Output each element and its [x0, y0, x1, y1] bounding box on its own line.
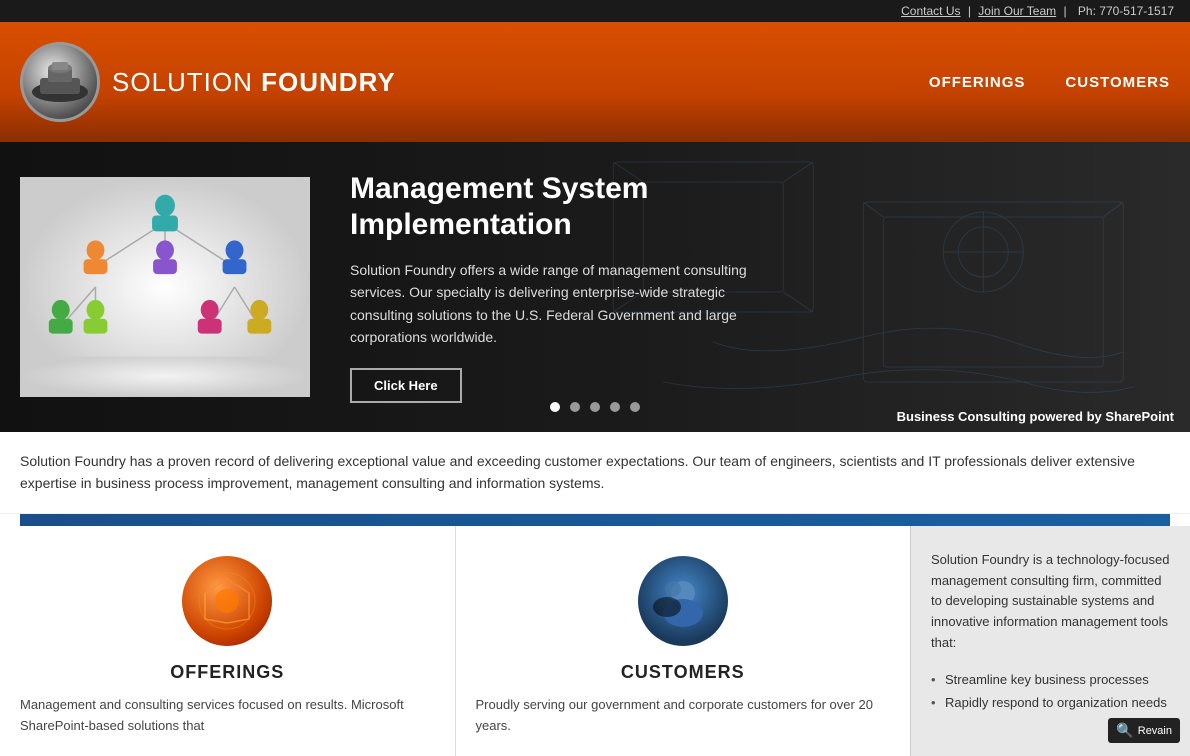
customers-desc: Proudly serving our government and corpo… — [476, 695, 891, 737]
cards-area: OFFERINGS Management and consulting serv… — [0, 526, 910, 756]
hero-description: Solution Foundry offers a wide range of … — [350, 259, 790, 349]
customers-title: CUSTOMERS — [476, 662, 891, 683]
bullet-list: Streamline key business processes Rapidl… — [931, 668, 1170, 715]
revain-label: Revain — [1138, 725, 1172, 737]
revain-icon: 🔍 — [1116, 722, 1133, 739]
right-panel-description: Solution Foundry is a technology-focused… — [931, 550, 1170, 654]
join-team-link[interactable]: Join Our Team — [978, 4, 1056, 18]
hero-dots — [550, 402, 640, 412]
hero-banner: Management System Implementation Solutio… — [0, 142, 1190, 432]
lower-section: OFFERINGS Management and consulting serv… — [0, 526, 1190, 756]
intro-paragraph: Solution Foundry has a proven record of … — [0, 432, 1190, 514]
hero-content: Management System Implementation Solutio… — [310, 171, 830, 404]
nav-offerings[interactable]: OFFERINGS — [929, 74, 1026, 91]
dot-3[interactable] — [590, 402, 600, 412]
hero-cta-button[interactable]: Click Here — [350, 368, 462, 403]
offerings-desc: Management and consulting services focus… — [20, 695, 435, 737]
dot-5[interactable] — [630, 402, 640, 412]
logo-icon — [20, 42, 100, 122]
nav-customers[interactable]: CUSTOMERS — [1065, 74, 1170, 91]
offerings-icon — [182, 556, 272, 646]
main-nav: OFFERINGS CUSTOMERS — [929, 74, 1170, 91]
dot-4[interactable] — [610, 402, 620, 412]
bullet-item-1: Streamline key business processes — [931, 668, 1170, 692]
offerings-title: OFFERINGS — [20, 662, 435, 683]
phone-number: Ph: 770-517-1517 — [1078, 4, 1174, 18]
logo-area: SOLUTION FOUNDRY — [20, 42, 929, 122]
dot-1[interactable] — [550, 402, 560, 412]
contact-us-link[interactable]: Contact Us — [901, 4, 960, 18]
top-bar: Contact Us | Join Our Team | Ph: 770-517… — [0, 0, 1190, 22]
hero-footer-text: Business Consulting powered by SharePoin… — [897, 409, 1174, 424]
offerings-card: OFFERINGS Management and consulting serv… — [0, 526, 456, 756]
section-divider — [20, 514, 1170, 526]
site-header: SOLUTION FOUNDRY OFFERINGS CUSTOMERS — [0, 22, 1190, 142]
dot-2[interactable] — [570, 402, 580, 412]
separator-1: | — [968, 4, 971, 18]
customers-card: CUSTOMERS Proudly serving our government… — [456, 526, 911, 756]
revain-badge: 🔍 Revain — [1108, 718, 1180, 743]
bullet-item-2: Rapidly respond to organization needs — [931, 691, 1170, 715]
logo-text: SOLUTION FOUNDRY — [112, 67, 396, 98]
hero-image — [20, 177, 310, 397]
customers-icon — [638, 556, 728, 646]
separator-2: | — [1063, 4, 1066, 18]
hero-title: Management System Implementation — [350, 171, 790, 243]
